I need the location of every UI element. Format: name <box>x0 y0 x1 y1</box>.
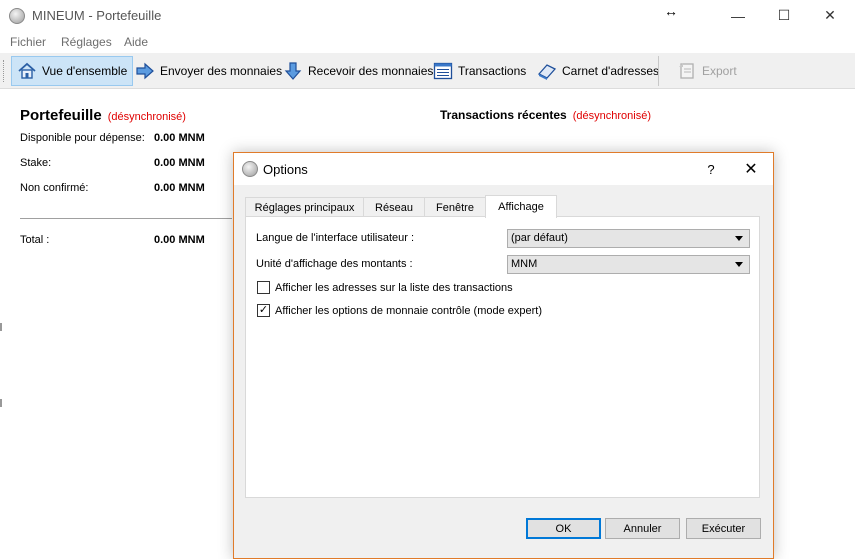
menu-bar: Fichier Réglages Aide <box>0 31 855 53</box>
language-label: Langue de l'interface utilisateur : <box>256 232 415 244</box>
recent-transactions-title: Transactions récentes <box>440 108 567 122</box>
dialog-help-button[interactable]: ? <box>694 153 728 185</box>
display-tab-panel: Langue de l'interface utilisateur : (par… <box>245 216 760 498</box>
recent-transactions-heading: Transactions récentes (désynchronisé) <box>440 108 651 122</box>
menu-aide[interactable]: Aide <box>124 35 148 49</box>
home-icon <box>17 61 37 81</box>
checkmark-icon: ✓ <box>258 304 269 316</box>
send-arrow-icon <box>135 61 155 81</box>
show-addresses-label: Afficher les adresses sur la liste des t… <box>275 281 513 294</box>
language-select-value: (par défaut) <box>511 232 568 244</box>
ok-label: OK <box>555 522 572 535</box>
options-dialog: Options ? ✕ Réglages principaux Réseau F… <box>233 152 774 559</box>
toolbar-separator <box>658 56 659 86</box>
maximize-icon: ☐ <box>777 7 791 23</box>
unit-label: Unité d'affichage des montants : <box>256 258 413 270</box>
overview-label: Vue d'ensemble <box>42 64 128 78</box>
close-button[interactable]: ✕ <box>807 0 853 31</box>
close-icon: ✕ <box>744 161 758 178</box>
wallet-unsync-status[interactable]: (désynchronisé) <box>108 111 186 123</box>
apply-button[interactable]: Exécuter <box>686 518 761 539</box>
mineum-coin-icon <box>242 161 258 177</box>
main-toolbar: Vue d'ensemble Envoyer des monnaies Rece… <box>0 53 855 89</box>
wallet-heading: Portefeuille (désynchronisé) <box>20 107 186 124</box>
transactions-label: Transactions <box>458 64 527 78</box>
help-icon: ? <box>707 161 715 177</box>
language-select[interactable]: (par défaut) <box>507 229 750 248</box>
dialog-titlebar: Options ? ✕ <box>234 153 773 185</box>
coin-control-label: Afficher les options de monnaie contrôle… <box>275 304 542 317</box>
main-titlebar: MINEUM - Portefeuille ↔ — ☐ ✕ <box>0 0 855 31</box>
resize-cursor-icon: ↔ <box>664 3 678 19</box>
tab-display[interactable]: Affichage <box>485 195 557 218</box>
chevron-down-icon <box>735 236 743 241</box>
toolbar-grip[interactable] <box>3 60 6 82</box>
close-icon: ✕ <box>824 7 836 23</box>
receive-coins-button[interactable]: Recevoir des monnaies <box>278 56 438 86</box>
stake-label: Stake: <box>20 157 52 169</box>
tab-network[interactable]: Réseau <box>363 197 425 217</box>
total-value: 0.00 MNM <box>154 234 205 246</box>
cancel-label: Annuler <box>623 522 662 535</box>
address-book-label: Carnet d'adresses <box>562 64 660 78</box>
apply-label: Exécuter <box>701 522 746 535</box>
overview-button[interactable]: Vue d'ensemble <box>11 56 134 86</box>
unit-select-value: MNM <box>511 258 538 270</box>
minimize-button[interactable]: — <box>715 0 761 31</box>
balance-divider <box>20 218 232 219</box>
show-addresses-checkbox[interactable] <box>257 281 270 294</box>
transactions-button[interactable]: Transactions <box>428 56 531 86</box>
export-label: Export <box>702 64 737 78</box>
dialog-title: Options <box>263 162 308 177</box>
menu-fichier[interactable]: Fichier <box>10 35 46 49</box>
coin-control-option[interactable]: ✓ Afficher les options de monnaie contrô… <box>257 304 542 317</box>
unconfirmed-label: Non confirmé: <box>20 182 89 194</box>
cancel-button[interactable]: Annuler <box>605 518 680 539</box>
address-book-icon <box>537 61 557 81</box>
tab-window-label: Fenêtre <box>436 201 474 214</box>
dialog-close-button[interactable]: ✕ <box>731 153 771 185</box>
show-addresses-option[interactable]: Afficher les adresses sur la liste des t… <box>257 281 513 294</box>
receive-coins-label: Recevoir des monnaies <box>308 64 434 78</box>
export-button[interactable]: Export <box>672 56 742 86</box>
tab-network-label: Réseau <box>375 201 413 214</box>
window-edge-mark <box>0 399 2 407</box>
wallet-title: Portefeuille <box>20 107 102 124</box>
menu-reglages[interactable]: Réglages <box>61 35 112 49</box>
window-edge-mark <box>0 323 2 331</box>
available-label: Disponible pour dépense: <box>20 132 145 144</box>
chevron-down-icon <box>735 262 743 267</box>
receive-arrow-icon <box>283 61 303 81</box>
tab-main-settings-label: Réglages principaux <box>254 201 355 214</box>
stake-value: 0.00 MNM <box>154 157 205 169</box>
available-value: 0.00 MNM <box>154 132 205 144</box>
mineum-coin-icon <box>9 8 25 24</box>
address-book-button[interactable]: Carnet d'adresses <box>532 56 664 86</box>
tab-main-settings[interactable]: Réglages principaux <box>245 197 364 217</box>
maximize-button[interactable]: ☐ <box>761 0 807 31</box>
unconfirmed-value: 0.00 MNM <box>154 182 205 194</box>
export-icon <box>677 61 697 81</box>
tab-window[interactable]: Fenêtre <box>424 197 486 217</box>
coin-control-checkbox[interactable]: ✓ <box>257 304 270 317</box>
window-title: MINEUM - Portefeuille <box>32 8 162 23</box>
send-coins-label: Envoyer des monnaies <box>160 64 283 78</box>
ok-button[interactable]: OK <box>526 518 601 539</box>
minimize-icon: — <box>731 7 745 24</box>
total-label: Total : <box>20 234 50 246</box>
transactions-unsync-status[interactable]: (désynchronisé) <box>573 110 651 122</box>
unit-select[interactable]: MNM <box>507 255 750 274</box>
transactions-list-icon <box>433 61 453 81</box>
tab-display-label: Affichage <box>498 201 544 213</box>
send-coins-button[interactable]: Envoyer des monnaies <box>130 56 287 86</box>
